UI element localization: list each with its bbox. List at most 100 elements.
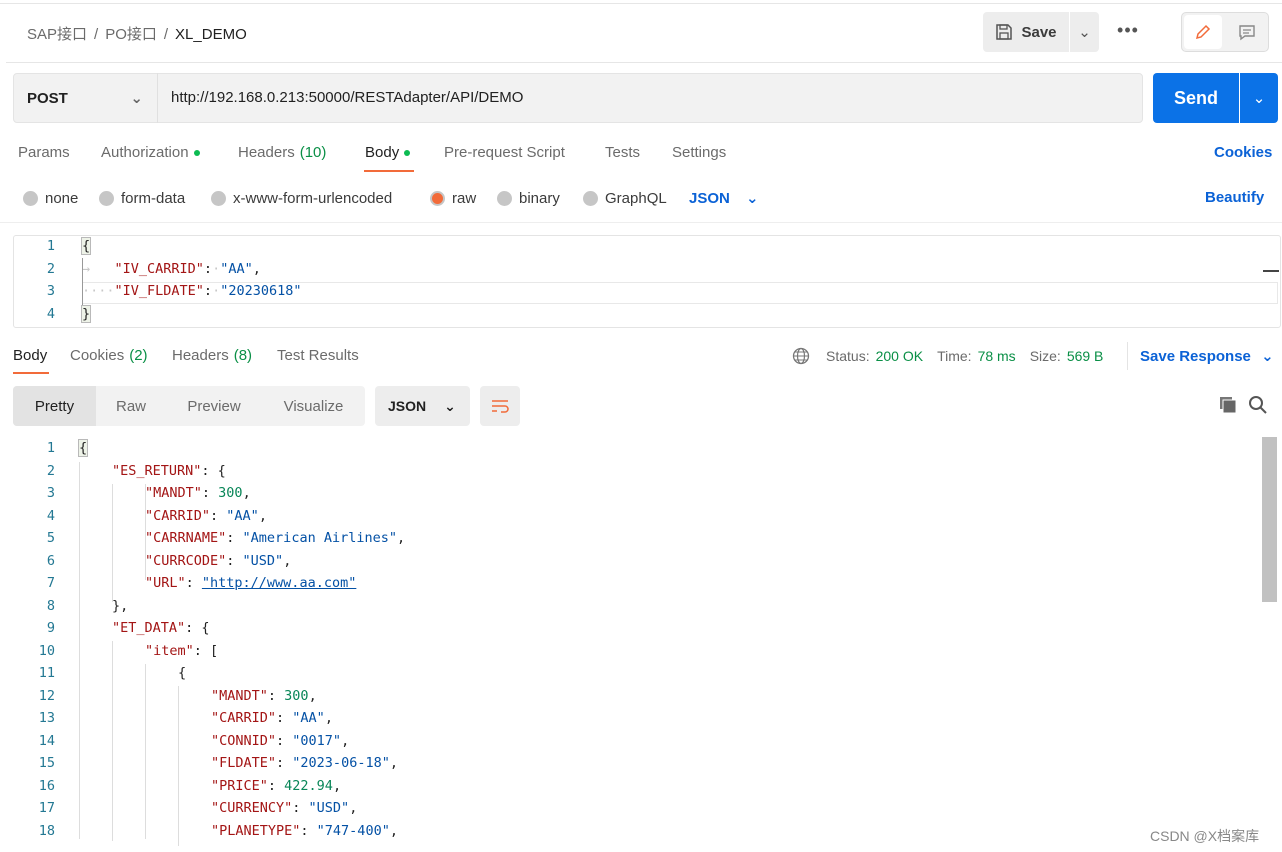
response-tab-body[interactable]: Body <box>13 347 47 364</box>
colon: : <box>185 620 202 636</box>
tab-settings[interactable]: Settings <box>672 144 726 161</box>
line-number: 5 <box>46 530 55 546</box>
pencil-icon <box>1195 24 1211 40</box>
save-options-dropdown[interactable]: ⌄ <box>1070 12 1099 52</box>
view-tab-raw[interactable]: Raw <box>96 386 166 426</box>
radio-label: none <box>45 190 79 207</box>
raw-format-select[interactable]: JSON ⌄ <box>689 189 759 207</box>
punct: , <box>308 687 317 704</box>
method-select[interactable]: POST ⌄ <box>13 73 158 123</box>
json-key: "IV_FLDATE" <box>114 283 204 299</box>
code-line: "PLANETYPE": "747-400", <box>211 823 398 839</box>
response-format-select[interactable]: JSON ⌄ <box>375 386 470 426</box>
breadcrumb-current[interactable]: XL_DEMO <box>175 26 247 43</box>
save-icon <box>996 24 1013 40</box>
view-tab-pretty[interactable]: Pretty <box>13 386 96 426</box>
code-line: "CARRID": "AA", <box>145 508 267 524</box>
line-number: 4 <box>46 507 55 524</box>
editor-scrollbar[interactable] <box>1263 270 1279 272</box>
radio-circle <box>583 191 598 206</box>
bracket: { <box>77 439 89 457</box>
colon: : <box>267 687 285 704</box>
code-line: "ET_DATA": { <box>112 620 210 636</box>
save-response-button[interactable]: Save Response ⌄ <box>1140 347 1274 365</box>
breadcrumb-item-collection[interactable]: SAP接口 <box>27 26 87 43</box>
tab-tests[interactable]: Tests <box>605 144 640 161</box>
globe-icon <box>792 347 810 365</box>
chevron-down-icon: ⌄ <box>444 397 456 414</box>
tab-label: Settings <box>672 144 727 161</box>
line-number: 18 <box>38 822 55 839</box>
line-number: 1 <box>46 440 55 456</box>
code-line: "CONNID": "0017", <box>211 733 349 749</box>
colon: : <box>210 507 227 524</box>
line-number: 8 <box>46 597 55 614</box>
radio-circle <box>211 191 226 206</box>
beautify-link[interactable]: Beautify <box>1205 189 1264 206</box>
response-tab-test-results[interactable]: Test Results <box>277 347 359 364</box>
radio-circle <box>430 191 445 206</box>
breadcrumb-item-folder[interactable]: PO接口 <box>105 26 157 43</box>
json-value: "AA" <box>226 507 259 524</box>
line-number: 1 <box>46 238 55 254</box>
response-tab-headers[interactable]: Headers (8) <box>172 347 252 364</box>
indent-whitespace: ···· <box>82 283 115 299</box>
json-value-link[interactable]: "http://www.aa.com" <box>202 575 356 591</box>
code-line: "FLDATE": "2023-06-18", <box>211 755 398 771</box>
breadcrumb: SAP接口 / PO接口 / XL_DEMO <box>27 23 247 44</box>
view-tab-visualize[interactable]: Visualize <box>262 386 365 426</box>
chevron-down-icon: ⌄ <box>1078 24 1091 41</box>
response-scrollbar[interactable] <box>1262 437 1277 602</box>
line-number: 17 <box>38 800 55 816</box>
tab-params[interactable]: Params <box>18 144 70 161</box>
indent-guide <box>112 484 113 602</box>
colon: : <box>292 800 309 816</box>
bracket: { <box>80 237 92 255</box>
line-number: 10 <box>38 642 55 659</box>
punct: , <box>283 552 292 569</box>
search-button[interactable] <box>1248 395 1268 419</box>
json-value: "USD" <box>242 552 284 569</box>
response-tab-cookies[interactable]: Cookies (2) <box>70 347 148 364</box>
punct: , <box>252 260 261 277</box>
method-value: POST <box>27 89 68 107</box>
url-input[interactable]: http://192.168.0.213:50000/RESTAdapter/A… <box>171 89 523 106</box>
view-tab-preview[interactable]: Preview <box>166 386 262 426</box>
tab-label: Tests <box>605 144 641 161</box>
line-number: 12 <box>38 687 55 704</box>
colon: : <box>226 530 243 546</box>
json-value: "American Airlines" <box>242 530 397 546</box>
tab-count: (2) <box>129 347 148 364</box>
punct: , <box>341 732 350 749</box>
radio-none[interactable]: none <box>23 190 78 207</box>
code-line: "item": [ <box>145 643 218 659</box>
radio-GraphQL[interactable]: GraphQL <box>583 190 667 207</box>
tab-headers[interactable]: Headers (10) <box>238 144 326 161</box>
send-options-dropdown[interactable]: ⌄ <box>1240 73 1278 123</box>
radio-circle <box>99 191 114 206</box>
save-button[interactable]: Save <box>983 12 1069 52</box>
radio-form-data[interactable]: form-data <box>99 190 185 207</box>
radio-x-www-form-urlencoded[interactable]: x-www-form-urlencoded <box>211 190 392 207</box>
cookies-link[interactable]: Cookies <box>1214 144 1272 161</box>
punct: , <box>389 822 398 839</box>
tab-pre-request-script[interactable]: Pre-request Script <box>444 144 565 161</box>
line-number: 2 <box>46 462 55 479</box>
json-key: "MANDT" <box>211 687 268 704</box>
json-key: "PLANETYPE" <box>211 822 301 839</box>
line-number: 16 <box>38 777 55 794</box>
indent-guide <box>112 641 113 841</box>
tab-authorization[interactable]: Authorization <box>101 144 200 161</box>
colon: : <box>300 822 317 839</box>
json-key: "CARRID" <box>211 710 277 726</box>
response-format-value: JSON <box>388 398 427 414</box>
radio-raw[interactable]: raw <box>430 190 476 207</box>
copy-button[interactable] <box>1218 395 1238 419</box>
wrap-lines-button[interactable] <box>480 386 520 426</box>
comments-button[interactable] <box>1228 15 1266 49</box>
tab-body[interactable]: Body <box>365 144 411 161</box>
more-options-button[interactable]: ••• <box>1113 20 1143 44</box>
edit-mode-button[interactable] <box>1184 15 1222 49</box>
send-button[interactable]: Send <box>1153 73 1239 123</box>
radio-binary[interactable]: binary <box>497 190 560 207</box>
